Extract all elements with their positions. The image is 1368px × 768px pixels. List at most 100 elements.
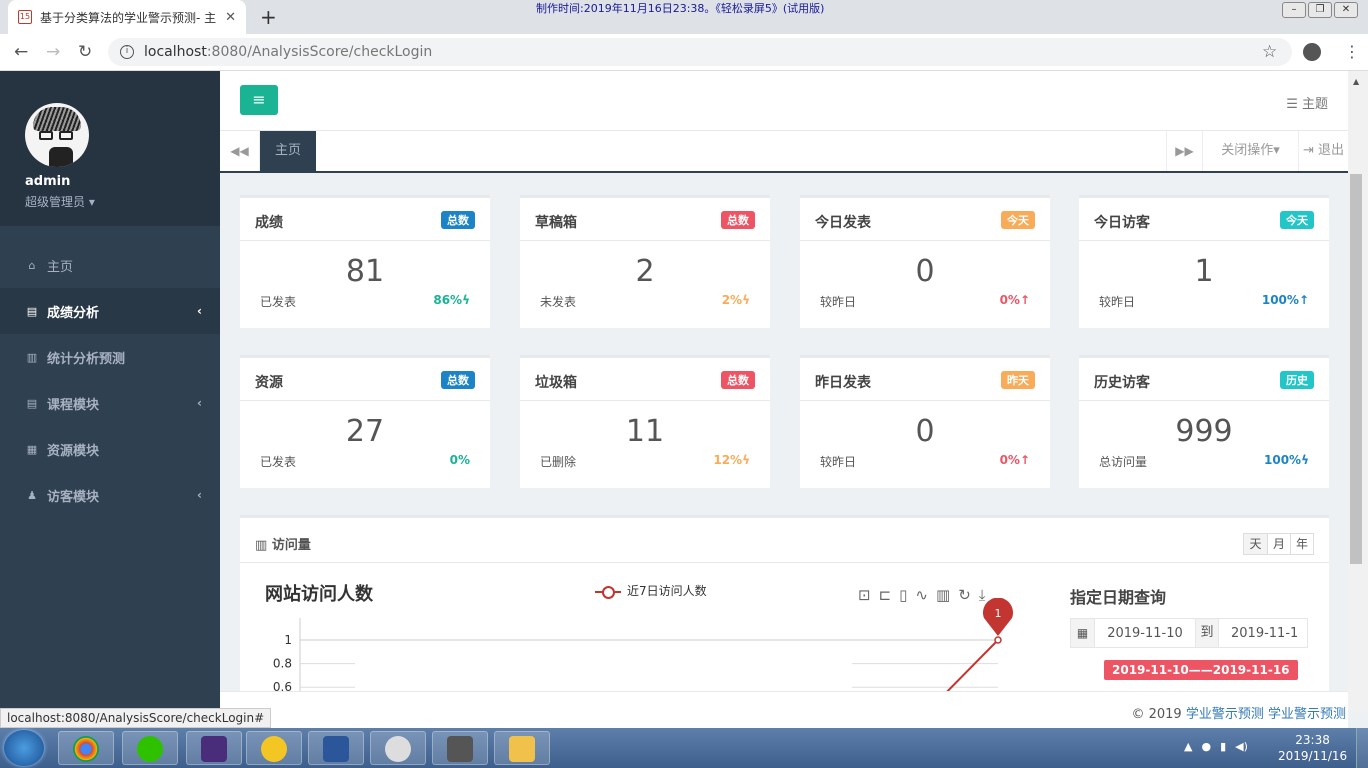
- profile-block: admin 超级管理员 ▾: [0, 71, 220, 226]
- profile-username[interactable]: admin: [25, 174, 70, 189]
- stat-card-sublabel: 总访问量: [1099, 455, 1148, 469]
- panel-title-text: 访问量: [271, 538, 311, 553]
- maximize-button[interactable]: ❐: [1308, 2, 1332, 18]
- taskbar-clock[interactable]: 23:38 2019/11/16: [1278, 732, 1347, 764]
- browser-menu-icon[interactable]: ⋮: [1344, 42, 1360, 61]
- new-tab-button[interactable]: +: [260, 5, 277, 29]
- sidebar-item-label: 资源模块: [47, 443, 100, 459]
- stat-card-sublabel: 较昨日: [1099, 295, 1136, 309]
- stat-card: 历史访客 历史 999 总访问量 100%ϟ: [1079, 355, 1329, 488]
- app-icon: [385, 736, 411, 762]
- date-range-picker: ▦ 2019-11-10 到 2019-11-1: [1070, 618, 1308, 648]
- taskbar-app-photo[interactable]: [370, 731, 426, 765]
- stat-card-percent: 0%↑: [1000, 453, 1030, 467]
- period-month-button[interactable]: 月: [1267, 534, 1290, 554]
- date-range-badge: 2019-11-10——2019-11-16: [1104, 660, 1298, 680]
- date-to-input[interactable]: 2019-11-1: [1219, 626, 1307, 641]
- menu-toggle-button[interactable]: ≡: [240, 85, 278, 115]
- scroll-tabs-right-button[interactable]: ▶▶: [1166, 131, 1202, 171]
- period-day-button[interactable]: 天: [1244, 534, 1267, 554]
- tab-home[interactable]: 主页: [260, 131, 316, 171]
- taskbar-screen-recorder[interactable]: [432, 731, 488, 765]
- trend-icon: ϟ: [1301, 453, 1309, 467]
- taskbar-app-yellow[interactable]: [246, 731, 302, 765]
- volume-icon[interactable]: ◀): [1235, 740, 1248, 753]
- stat-card-value: 1: [1194, 254, 1214, 289]
- sidebar-item-resources[interactable]: ▦ 资源模块: [0, 426, 220, 472]
- sidebar-item-score-analysis[interactable]: ▤ 成绩分析 ‹: [0, 288, 220, 334]
- date-from-input[interactable]: 2019-11-10: [1095, 626, 1195, 641]
- start-button[interactable]: [4, 730, 44, 766]
- url-host: localhost: [144, 44, 207, 60]
- taskbar-explorer[interactable]: [494, 731, 550, 765]
- back-arrow-icon[interactable]: ←: [14, 42, 28, 62]
- period-year-button[interactable]: 年: [1290, 534, 1313, 554]
- series-line: [939, 639, 999, 698]
- home-icon: ⌂: [28, 258, 36, 272]
- sidebar-item-stats-prediction[interactable]: ▥ 统计分析预测: [0, 334, 220, 380]
- stat-card-title: 历史访客: [1094, 375, 1150, 391]
- stat-card: 昨日发表 昨天 0 较昨日 0%↑: [800, 355, 1050, 488]
- footer: © 2019 学业警示预测 学业警示预测: [220, 691, 1348, 729]
- sidebar-item-label: 课程模块: [47, 397, 100, 413]
- taskbar-javaee-ide[interactable]: [186, 731, 242, 765]
- chart-legend[interactable]: 近7日访问人数: [595, 582, 707, 599]
- close-window-button[interactable]: ✕: [1334, 2, 1358, 18]
- trend-icon: ϟ: [742, 293, 750, 307]
- trend-icon: ϟ: [742, 453, 750, 467]
- date-query-title: 指定日期查询: [1070, 588, 1167, 607]
- percent-value: 0%: [449, 453, 470, 467]
- qq-icon[interactable]: ●: [1201, 740, 1211, 753]
- minimize-button[interactable]: –: [1282, 2, 1306, 18]
- page-scrollbar[interactable]: ▲: [1348, 71, 1368, 711]
- windows-taskbar: ▲ ● ▮ ◀) 23:38 2019/11/16: [0, 728, 1368, 768]
- stat-card-title: 今日访客: [1094, 215, 1150, 231]
- scroll-thumb[interactable]: [1350, 174, 1362, 564]
- window-controls: – ❐ ✕: [1282, 2, 1358, 18]
- sidebar-item-home[interactable]: ⌂ 主页: [0, 242, 220, 288]
- table-icon: ▦: [26, 442, 38, 456]
- sidebar-item-visitors[interactable]: ♟ 访客模块 ‹: [0, 472, 220, 518]
- info-icon[interactable]: i: [120, 45, 134, 59]
- theme-button[interactable]: ☰ 主题: [1286, 93, 1328, 112]
- app-icon: [261, 736, 287, 762]
- stat-card-percent: 0%↑: [1000, 293, 1030, 307]
- account-avatar-icon[interactable]: [1303, 43, 1321, 61]
- scroll-up-icon[interactable]: ▲: [1353, 77, 1359, 86]
- system-tray: ▲ ● ▮ ◀): [1184, 740, 1248, 753]
- browser-tab[interactable]: 15 基于分类算法的学业警示预测- 主 ✕: [8, 0, 246, 34]
- trend-icon: ϟ: [462, 293, 470, 307]
- caret-down-icon: ▾: [1273, 143, 1280, 158]
- scroll-tabs-left-button[interactable]: ◀◀: [220, 131, 260, 171]
- logout-button[interactable]: ⇥ 退出: [1298, 131, 1348, 171]
- stat-card-sublabel: 较昨日: [820, 455, 857, 469]
- tray-expand-icon[interactable]: ▲: [1184, 740, 1192, 753]
- stat-card-value: 999: [1175, 414, 1233, 449]
- avatar[interactable]: [25, 103, 89, 167]
- profile-role-dropdown[interactable]: 超级管理员 ▾: [25, 193, 95, 210]
- bookmark-star-icon[interactable]: ☆: [1262, 42, 1277, 62]
- taskbar-word[interactable]: [308, 731, 364, 765]
- show-desktop-button[interactable]: [1356, 728, 1368, 768]
- mark-point-label: 1: [995, 607, 1002, 620]
- footer-link-2[interactable]: 学业警示预测: [1268, 707, 1346, 722]
- taskbar-wechat[interactable]: [122, 731, 178, 765]
- y-tick-label: 0.8: [273, 657, 292, 671]
- sidebar-item-courses[interactable]: ▤ 课程模块 ‹: [0, 380, 220, 426]
- stat-card-sublabel: 未发表: [540, 295, 577, 309]
- reload-icon[interactable]: ↻: [78, 42, 92, 62]
- taskbar-chrome[interactable]: [58, 731, 114, 765]
- trend-icon: ↑: [1298, 293, 1309, 307]
- stat-card: 今日访客 今天 1 较昨日 100%↑: [1079, 195, 1329, 328]
- percent-value: 100%: [1261, 293, 1299, 307]
- top-header: ≡ ☰ 主题: [220, 71, 1348, 131]
- footer-link-1[interactable]: 学业警示预测: [1186, 707, 1264, 722]
- forward-arrow-icon[interactable]: →: [46, 42, 60, 62]
- stat-card-percent: 100%↑: [1262, 293, 1309, 307]
- close-tab-icon[interactable]: ✕: [225, 10, 236, 25]
- book-icon: ▤: [26, 396, 38, 410]
- stat-card-value: 27: [345, 414, 385, 449]
- url-field[interactable]: i localhost:8080/AnalysisScore/checkLogi…: [108, 38, 1292, 66]
- signal-icon[interactable]: ▮: [1220, 740, 1226, 753]
- close-operations-dropdown[interactable]: 关闭操作▾: [1202, 131, 1298, 171]
